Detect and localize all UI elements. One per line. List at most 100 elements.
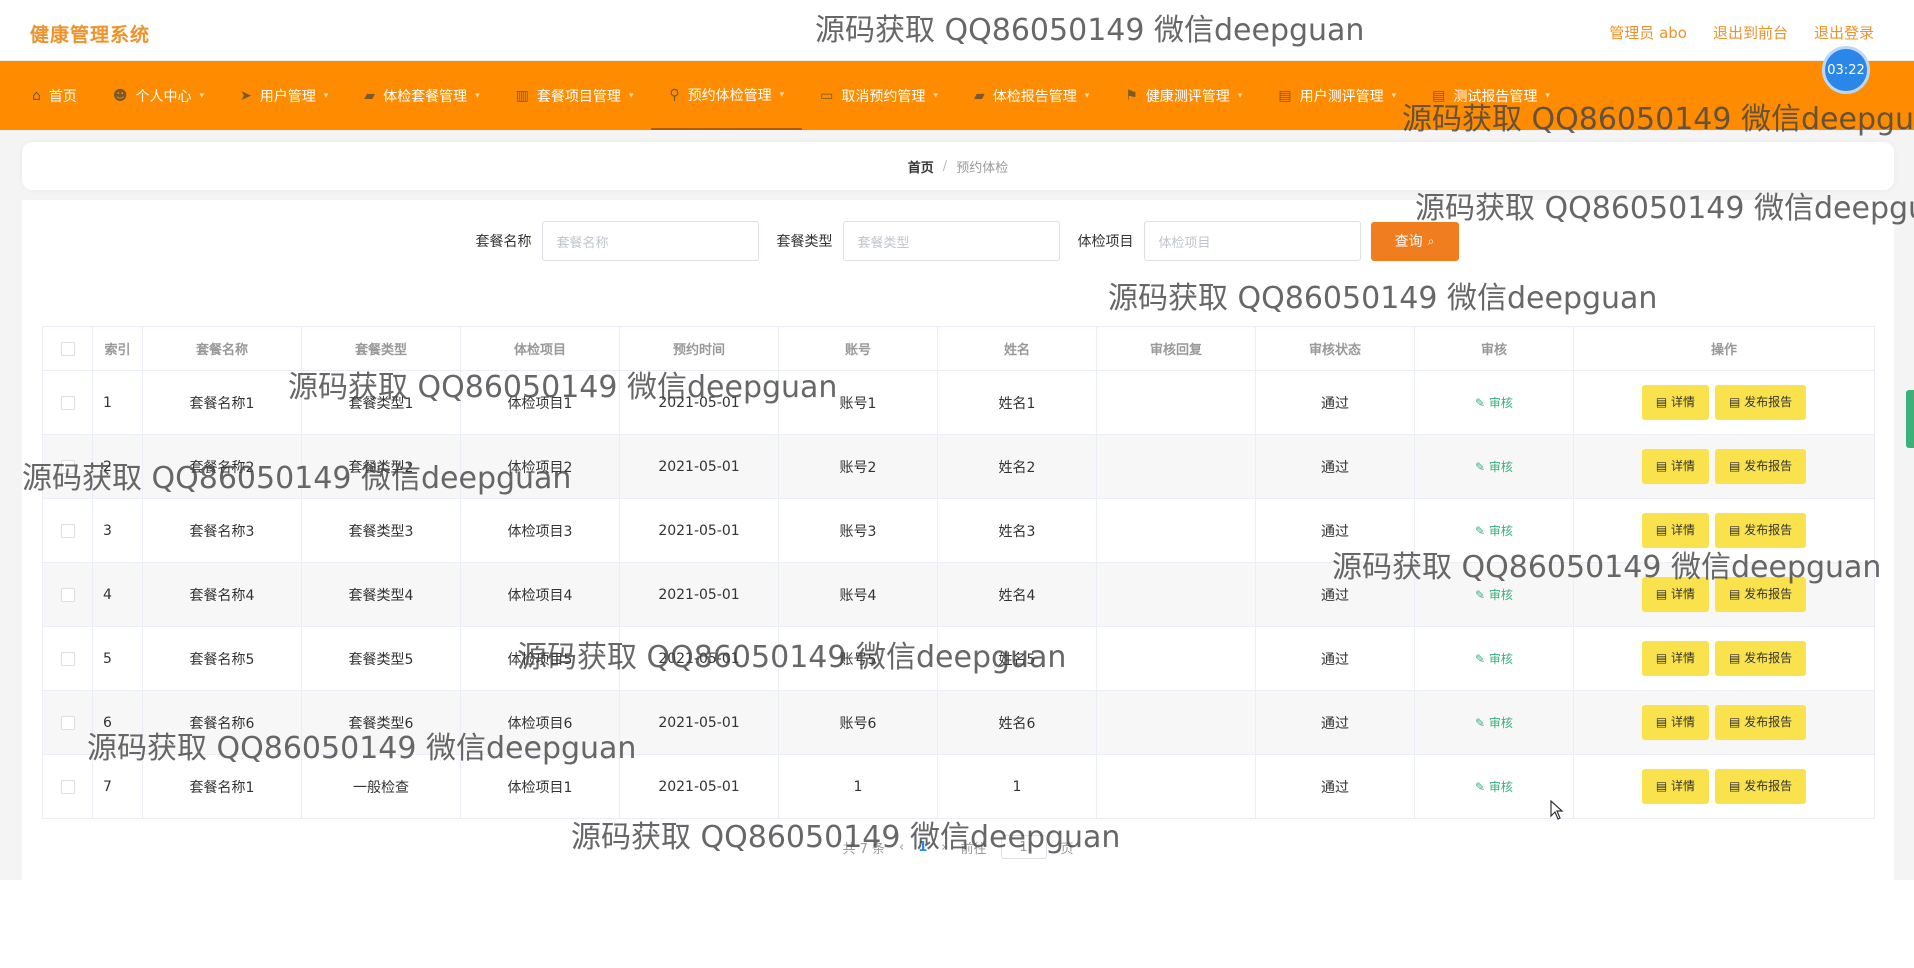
row-checkbox[interactable]: [60, 651, 75, 666]
nav-item-4[interactable]: ▥ 套餐项目管理 ▾: [498, 61, 652, 130]
detail-button[interactable]: ▤ 详情: [1641, 705, 1709, 740]
next-page-icon[interactable]: ›: [941, 840, 946, 855]
nav-item-8[interactable]: ⚑ 健康测评管理 ▾: [1107, 61, 1260, 130]
cell-item: 体检项目2: [460, 434, 620, 499]
detail-button[interactable]: ▤ 详情: [1641, 513, 1709, 548]
publish-report-button[interactable]: ▤ 发布报告: [1715, 705, 1807, 740]
publish-report-label: 发布报告: [1744, 587, 1793, 601]
chevron-down-icon: ▾: [1084, 90, 1090, 101]
breadcrumb-current: 预约体检: [956, 160, 1009, 176]
nav-item-0[interactable]: ⌂ 首页: [14, 61, 95, 130]
pager-goto-input[interactable]: 1: [1000, 835, 1047, 859]
row-checkbox[interactable]: [60, 523, 75, 538]
nav-item-9[interactable]: ▤ 用户测评管理 ▾: [1260, 61, 1414, 130]
nav-item-label: 个人中心: [135, 88, 192, 105]
pager-current-page[interactable]: 1: [918, 840, 927, 855]
logout-link[interactable]: 退出登录: [1814, 22, 1874, 43]
admin-user-link[interactable]: 管理员 abo: [1609, 22, 1687, 43]
cell-type: 套餐类型1: [301, 370, 461, 435]
publish-report-label: 发布报告: [1744, 651, 1793, 665]
nav-item-5[interactable]: ⚲ 预约体检管理 ▾: [651, 61, 803, 130]
cell-item: 体检项目1: [460, 754, 620, 819]
message-icon: ▭: [820, 87, 834, 104]
cell-person: 姓名3: [937, 498, 1097, 563]
detail-button[interactable]: ▤ 详情: [1641, 641, 1709, 676]
cell-person: 1: [937, 754, 1097, 819]
select-all-checkbox[interactable]: [60, 341, 75, 356]
nav-item-10[interactable]: ▤ 测试报告管理 ▾: [1414, 61, 1568, 130]
side-float-tab[interactable]: [1906, 390, 1914, 448]
publish-report-button[interactable]: ▤ 发布报告: [1715, 513, 1807, 548]
publish-report-button[interactable]: ▤ 发布报告: [1715, 769, 1807, 804]
nav-item-2[interactable]: ➤ 用户管理 ▾: [222, 61, 346, 130]
row-checkbox[interactable]: [60, 395, 75, 410]
package-type-input[interactable]: 套餐类型: [842, 221, 1060, 261]
nav-item-1[interactable]: ☻ 个人中心 ▾: [95, 61, 222, 130]
publish-report-button[interactable]: ▤ 发布报告: [1715, 641, 1807, 676]
cell-person: 姓名5: [937, 626, 1097, 691]
detail-button-label: 详情: [1670, 395, 1695, 409]
prev-page-icon[interactable]: ‹: [899, 840, 904, 855]
cell-name: 套餐名称6: [142, 690, 302, 755]
audit-label: 审核: [1488, 780, 1513, 794]
audit-link[interactable]: ✎ 审核: [1475, 396, 1513, 410]
row-checkbox[interactable]: [60, 779, 75, 794]
document-icon: ▤: [1729, 523, 1745, 537]
chevron-down-icon: ▾: [1391, 90, 1397, 101]
audit-link[interactable]: ✎ 审核: [1475, 524, 1513, 538]
search-button[interactable]: 查询 ⌕: [1370, 221, 1459, 261]
pager-page-unit: 页: [1060, 841, 1074, 857]
audit-link[interactable]: ✎ 审核: [1475, 716, 1513, 730]
row-checkbox[interactable]: [60, 715, 75, 730]
table-row: 7 套餐名称1 一般检查 体检项目1 2021-05-01 1 1 通过 ✎ 审核 ▤ 详情 ▤ 发…: [42, 754, 1875, 819]
cell-person: 姓名1: [937, 370, 1097, 435]
audit-link[interactable]: ✎ 审核: [1475, 588, 1513, 602]
audit-link[interactable]: ✎ 审核: [1475, 460, 1513, 474]
breadcrumb-separator: /: [942, 158, 948, 174]
nav-item-3[interactable]: ▰ 体检套餐管理 ▾: [346, 61, 497, 130]
nav-item-6[interactable]: ▭ 取消预约管理 ▾: [802, 61, 956, 130]
edit-icon: ✎: [1475, 652, 1489, 666]
nav-item-label: 预约体检管理: [687, 87, 772, 104]
breadcrumb-home[interactable]: 首页: [908, 157, 934, 176]
check-item-input[interactable]: 体检项目: [1143, 221, 1361, 261]
cell-status: 通过: [1255, 626, 1415, 691]
detail-button[interactable]: ▤ 详情: [1641, 385, 1709, 420]
search-button-label: 查询: [1394, 234, 1423, 250]
publish-report-button[interactable]: ▤ 发布报告: [1715, 449, 1807, 484]
detail-button[interactable]: ▤ 详情: [1641, 577, 1709, 612]
cell-person: 姓名6: [937, 690, 1097, 755]
cell-index: 6: [92, 690, 143, 755]
cell-audit: ✎ 审核: [1414, 370, 1574, 435]
chevron-down-icon: ▾: [475, 90, 480, 101]
detail-button[interactable]: ▤ 详情: [1641, 769, 1709, 804]
publish-report-button[interactable]: ▤ 发布报告: [1715, 385, 1807, 420]
chevron-down-icon: ▾: [779, 89, 785, 100]
audit-link[interactable]: ✎ 审核: [1475, 780, 1513, 794]
pager-goto-label: 前往: [960, 841, 987, 857]
audit-label: 审核: [1488, 716, 1513, 730]
audit-label: 审核: [1488, 396, 1513, 410]
package-type-label: 套餐类型: [776, 234, 833, 250]
search-bar: 套餐名称 套餐名称 套餐类型 套餐类型 体检项目 体检项目 查询 ⌕: [22, 221, 1894, 261]
chevron-down-icon: ▾: [323, 90, 329, 101]
chart-icon: ▥: [515, 87, 529, 104]
cell-actions: ▤ 详情 ▤ 发布报告: [1573, 498, 1875, 563]
package-name-input[interactable]: 套餐名称: [541, 221, 759, 261]
chevron-down-icon: ▾: [933, 90, 938, 101]
document-icon: ▤: [1729, 651, 1745, 665]
row-checkbox[interactable]: [60, 459, 75, 474]
row-select-cell: [42, 370, 93, 435]
row-checkbox[interactable]: [60, 587, 75, 602]
back-to-front-link[interactable]: 退出到前台: [1713, 22, 1788, 43]
cell-reply: [1096, 370, 1256, 435]
cell-item: 体检项目5: [460, 626, 620, 691]
cell-actions: ▤ 详情 ▤ 发布报告: [1573, 626, 1875, 691]
cell-actions: ▤ 详情 ▤ 发布报告: [1573, 370, 1875, 435]
cell-reply: [1096, 690, 1256, 755]
chevron-down-icon: ▾: [199, 90, 205, 101]
nav-item-7[interactable]: ▰ 体检报告管理 ▾: [956, 61, 1107, 130]
audit-link[interactable]: ✎ 审核: [1475, 652, 1513, 666]
publish-report-button[interactable]: ▤ 发布报告: [1715, 577, 1807, 612]
detail-button[interactable]: ▤ 详情: [1641, 449, 1709, 484]
